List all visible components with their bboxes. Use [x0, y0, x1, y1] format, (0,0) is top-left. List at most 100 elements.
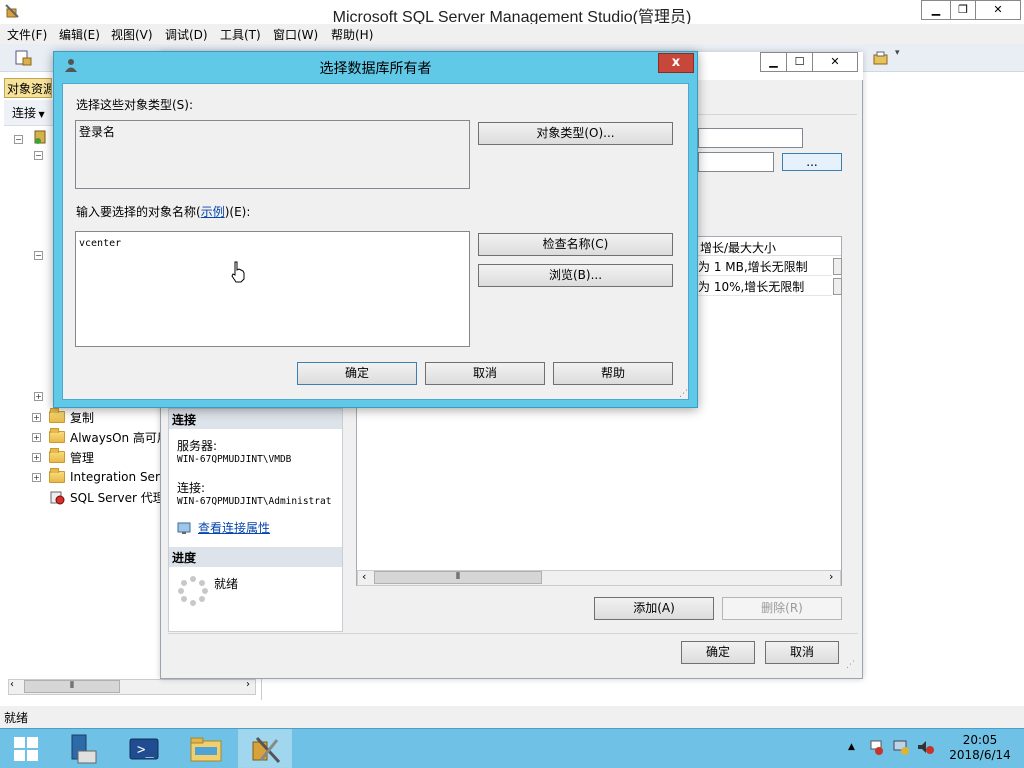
expand-icon[interactable]: +	[32, 412, 41, 422]
collapse-icon[interactable]: −	[34, 151, 43, 160]
props-maximize-button[interactable]: ☐	[786, 52, 813, 72]
owner-browse-button[interactable]: ...	[782, 153, 842, 171]
server-icon	[32, 129, 48, 145]
remove-file-button[interactable]: 删除(R)	[722, 597, 842, 620]
dialog-cancel-button[interactable]: 取消	[425, 362, 545, 385]
grid-cell-autogrowth[interactable]: 为 10%,增长无限制	[698, 277, 832, 296]
expand-icon[interactable]: +	[34, 392, 43, 401]
object-names-label-prefix: 输入要选择的对象名称(	[76, 205, 201, 219]
toolbar-tool-icon[interactable]	[872, 50, 890, 66]
powershell-icon[interactable]: >_	[118, 729, 170, 768]
browse-button[interactable]: 浏览(B)...	[478, 264, 673, 287]
props-close-button[interactable]: ✕	[812, 52, 858, 72]
start-button[interactable]	[0, 729, 52, 768]
scroll-thumb[interactable]: ⦀	[374, 571, 542, 584]
props-minimize-button[interactable]: ▁	[760, 52, 787, 72]
dialog-help-button[interactable]: 帮助	[553, 362, 673, 385]
view-connection-properties-link[interactable]: 查看连接属性	[198, 519, 270, 536]
new-query-icon[interactable]	[14, 50, 32, 66]
expand-icon[interactable]: +	[32, 472, 41, 482]
restore-button[interactable]: ❐	[950, 0, 976, 20]
tree-item-management[interactable]: + 管理	[32, 448, 94, 466]
connect-label: 连接	[12, 106, 37, 120]
resize-grip-icon[interactable]: ⋰	[846, 660, 855, 670]
divider	[168, 633, 858, 634]
scroll-thumb[interactable]: ⦀	[24, 680, 120, 693]
toolbar-overflow-icon[interactable]: ▾	[895, 48, 903, 68]
tree-node-expand[interactable]: +	[34, 392, 51, 401]
taskbar-clock[interactable]: 20:05 2018/6/14	[940, 733, 1020, 763]
properties-ok-button[interactable]: 确定	[681, 641, 755, 664]
connect-dropdown[interactable]: 连接 ▼	[12, 104, 45, 121]
add-file-button[interactable]: 添加(A)	[594, 597, 714, 620]
menu-debug[interactable]: 调试(D)	[161, 26, 212, 43]
tree-item-integration-services[interactable]: + Integration Serv	[32, 468, 167, 486]
expand-icon[interactable]: +	[32, 432, 41, 442]
tree-item-label: SQL Server 代理	[70, 490, 165, 505]
minimize-button[interactable]: ▁	[921, 0, 951, 20]
grid-cell-ellipsis-button[interactable]	[833, 278, 842, 295]
check-names-button[interactable]: 检查名称(C)	[478, 233, 673, 256]
server-label: 服务器:	[177, 439, 218, 453]
properties-side-panel: 连接 服务器: WIN-67QPMUDJINT\VMDB 连接: WIN-67Q…	[168, 408, 343, 632]
volume-muted-icon[interactable]	[916, 739, 934, 755]
connection-label: 连接:	[177, 481, 206, 495]
connection-section-header: 连接	[169, 409, 342, 429]
progress-spinner-icon	[177, 575, 209, 607]
examples-link[interactable]: 示例	[201, 205, 225, 219]
close-button[interactable]: ✕	[975, 0, 1021, 20]
flag-icon[interactable]	[868, 739, 884, 755]
dialog-title: 选择数据库所有者	[319, 61, 432, 77]
folder-icon	[49, 408, 65, 423]
status-text: 就绪	[4, 711, 29, 725]
collapse-icon[interactable]: −	[14, 135, 23, 144]
hand-cursor-icon	[229, 260, 247, 284]
scroll-left-icon[interactable]: ‹	[362, 570, 366, 583]
tree-node-collapse[interactable]: −	[34, 251, 51, 260]
svg-text:>_: >_	[137, 742, 154, 758]
grid-cell-ellipsis-button[interactable]	[833, 258, 842, 275]
grid-cell-autogrowth[interactable]: 为 1 MB,增长无限制	[698, 257, 832, 276]
dialog-close-button[interactable]: x	[658, 53, 694, 73]
object-names-label: 输入要选择的对象名称(示例)(E):	[76, 203, 250, 220]
server-manager-icon[interactable]	[55, 729, 107, 768]
menu-edit[interactable]: 编辑(E)	[55, 26, 104, 43]
tree-item-alwayson[interactable]: + AlwaysOn 高可用	[32, 428, 169, 446]
object-types-button[interactable]: 对象类型(O)...	[478, 122, 673, 145]
tree-item-label: AlwaysOn 高可用	[70, 430, 169, 445]
scroll-right-icon[interactable]: ›	[829, 570, 833, 583]
server-value: WIN-67QPMUDJINT\VMDB	[177, 454, 292, 465]
windows-logo-icon	[14, 736, 38, 761]
progress-status: 就绪	[214, 577, 239, 591]
agent-icon	[49, 489, 65, 505]
scroll-left-icon[interactable]: ‹	[10, 679, 14, 690]
file-explorer-icon[interactable]	[180, 729, 232, 768]
menu-view[interactable]: 视图(V)	[107, 26, 157, 43]
tree-item-label: Integration Serv	[70, 470, 167, 484]
collapse-icon[interactable]: −	[34, 251, 43, 260]
tree-node-collapse[interactable]: −	[34, 151, 51, 160]
tree-server-node[interactable]: −	[14, 131, 31, 145]
folder-icon	[49, 428, 65, 443]
tree-item-replication[interactable]: + 复制	[32, 408, 94, 426]
folder-icon	[49, 468, 65, 483]
network-icon[interactable]	[892, 739, 910, 755]
menu-help[interactable]: 帮助(H)	[327, 26, 377, 43]
object-explorer-tab[interactable]: 对象资源	[4, 78, 52, 98]
show-hidden-icons[interactable]: ▲	[848, 742, 855, 752]
menu-file[interactable]: 文件(F)	[3, 26, 51, 43]
grid-header-autogrowth[interactable]: 增长/最大大小	[698, 238, 841, 256]
progress-section-header: 进度	[169, 547, 342, 567]
menu-tools[interactable]: 工具(T)	[216, 26, 265, 43]
menu-window[interactable]: 窗口(W)	[269, 26, 322, 43]
object-names-input[interactable]: vcenter	[75, 231, 470, 347]
owner-field[interactable]	[698, 152, 774, 172]
dialog-ok-button[interactable]: 确定	[297, 362, 417, 385]
scroll-right-icon[interactable]: ›	[246, 679, 250, 690]
expand-icon[interactable]: +	[32, 452, 41, 462]
resize-grip-icon[interactable]: ⋰	[679, 389, 688, 399]
database-name-field[interactable]	[698, 128, 803, 148]
tree-item-sql-agent[interactable]: SQL Server 代理	[49, 488, 165, 506]
properties-cancel-button[interactable]: 取消	[765, 641, 839, 664]
ssms-taskbar-icon[interactable]	[238, 729, 292, 768]
